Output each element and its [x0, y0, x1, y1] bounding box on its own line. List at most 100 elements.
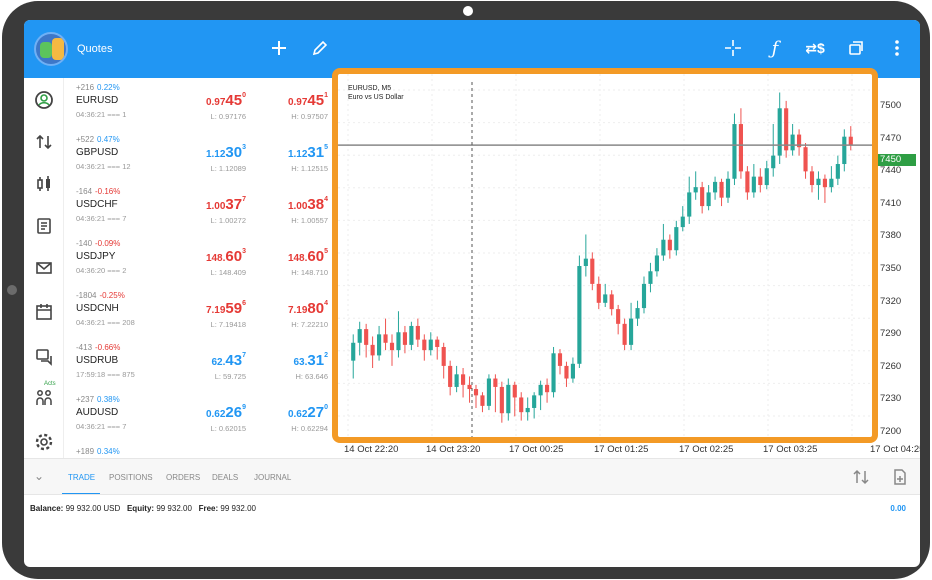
spread-icon: ⩶ [107, 266, 121, 275]
tab-orders[interactable]: ORDERS [166, 473, 200, 482]
candle [480, 392, 485, 413]
candle-body [745, 171, 750, 193]
tab-trade[interactable]: TRADE [68, 473, 95, 482]
candle [816, 171, 821, 200]
chevron-down-icon[interactable]: ⌄ [34, 469, 44, 483]
tablet-frame: Quotes ƒ ⇄$ Acts +216 0.22% EURUSD 04:36… [2, 1, 930, 579]
ask-fraction: 5 [324, 248, 328, 255]
quote-ask-price[interactable]: 148.605 [288, 248, 328, 266]
candle-body [784, 108, 789, 151]
chart-description-line: Euro vs US Dollar [348, 94, 404, 101]
quote-low: L: 7.19418 [210, 320, 246, 329]
bid-prefix: 1.12 [205, 149, 226, 160]
quote-change-points: -140 [76, 239, 93, 248]
tab-positions[interactable]: POSITIONS [109, 473, 153, 482]
sort-arrows-icon[interactable] [851, 467, 871, 487]
quote-ask-price[interactable]: 63.312 [294, 352, 329, 370]
quote-bid-price[interactable]: 7.19596 [206, 300, 246, 318]
nav-trade-arrows-icon[interactable] [30, 128, 58, 156]
spread-icon: ⩶ [107, 162, 121, 171]
bid-pips: 60 [225, 248, 243, 265]
quote-change: +216 0.22% [76, 83, 120, 92]
ask-prefix: 63. [293, 357, 308, 368]
quote-change-points: -1804 [76, 291, 97, 300]
quote-change-percent: -0.66% [95, 343, 121, 352]
candle [570, 357, 575, 383]
candle [616, 304, 621, 335]
candle-body [557, 353, 563, 366]
terminal-tabs: ⌄ TRADE POSITIONS ORDERS DEALS JOURNAL [24, 458, 920, 495]
quote-ask-price[interactable]: 1.12315 [288, 144, 328, 162]
candle-body [467, 384, 472, 390]
quote-high: H: 63.646 [295, 372, 328, 381]
indicator-f-icon[interactable]: ƒ [763, 36, 787, 60]
candle-body [428, 339, 433, 351]
quote-row[interactable]: +189 0.34% [64, 442, 332, 458]
tab-deals[interactable]: DEALS [212, 473, 238, 482]
nav-chat-icon[interactable] [30, 342, 58, 370]
quote-row[interactable]: -413 -0.66% USDRUB 17:59:18 ⩶ 875 62.437 63.3… [64, 338, 332, 390]
candle-body [622, 323, 627, 345]
quote-change: +522 0.47% [76, 135, 120, 144]
quote-bid-price[interactable]: 0.62269 [206, 404, 246, 422]
pencil-icon[interactable] [308, 36, 332, 60]
nav-news-icon[interactable] [30, 212, 58, 240]
candle-body [389, 342, 395, 351]
quote-ask-price[interactable]: 0.97451 [288, 92, 328, 110]
camera-dot [463, 6, 473, 16]
candle [383, 318, 388, 351]
candle [674, 220, 679, 256]
candle [835, 155, 840, 186]
quote-row[interactable]: -1804 -0.25% USDCNH 04:36:21 ⩶ 208 7.19596 7.… [64, 286, 332, 338]
quote-bid-price[interactable]: 0.97450 [206, 92, 246, 110]
plus-icon[interactable] [267, 36, 291, 60]
ask-fraction: 0 [324, 404, 328, 411]
nav-settings-gear-icon[interactable] [30, 428, 58, 456]
new-order-document-icon[interactable] [890, 467, 910, 487]
free-margin-value: 99 932.00 [220, 504, 256, 513]
chart-symbol-line: EURUSD, M5 [348, 85, 392, 92]
candlestick-chart[interactable] [338, 74, 872, 437]
current-price-label: 7450 [878, 154, 916, 166]
nav-community-icon[interactable] [30, 384, 58, 412]
quote-bid-price[interactable]: 1.12303 [206, 144, 246, 162]
quote-time-value: 04:36:20 [76, 266, 106, 275]
quote-row[interactable]: -164 -0.16% USDCHF 04:36:21 ⩶ 7 1.00377 1.003… [64, 182, 332, 234]
quote-ask-price[interactable]: 0.62270 [288, 404, 328, 422]
candle-body [409, 325, 414, 345]
quote-change-points: +237 [76, 395, 95, 404]
candle [777, 92, 782, 165]
quote-row[interactable]: +522 0.47% GBPUSD 04:36:21 ⩶ 12 1.12303 1.123… [64, 130, 332, 182]
nav-mail-icon[interactable] [30, 254, 58, 282]
quote-time: 04:36:21 ⩶ 1 [76, 110, 126, 120]
candle-body [764, 168, 769, 186]
crosshair-icon[interactable] [721, 36, 745, 60]
quote-ask-price[interactable]: 7.19804 [288, 300, 328, 318]
tab-journal[interactable]: JOURNAL [254, 473, 291, 482]
ask-prefix: 1.00 [287, 201, 308, 212]
app-screen: Quotes ƒ ⇄$ Acts +216 0.22% EURUSD 04:36… [24, 20, 920, 567]
chart-highlight-frame[interactable]: EURUSD, M5 Euro vs US Dollar [332, 68, 878, 443]
quote-bid-price[interactable]: 1.00377 [206, 196, 246, 214]
nav-quotes-icon[interactable] [30, 86, 58, 114]
candle-body [370, 344, 375, 356]
candle-body [732, 124, 737, 179]
quote-low: L: 1.00272 [210, 216, 246, 225]
candle-body [499, 386, 504, 414]
nav-calendar-icon[interactable] [30, 298, 58, 326]
trade-dollar-icon[interactable]: ⇄$ [803, 36, 827, 60]
quote-row[interactable]: -140 -0.09% USDJPY 04:36:20 ⩶ 2 148.603 148.6… [64, 234, 332, 286]
candle-body [803, 147, 808, 172]
candle-body [629, 318, 634, 345]
nav-chart-candles-icon[interactable] [30, 170, 58, 198]
metatrader-logo-icon[interactable] [34, 32, 68, 66]
candle [351, 334, 356, 379]
more-vertical-icon[interactable] [885, 36, 909, 60]
quote-bid-price[interactable]: 148.603 [206, 248, 246, 266]
quote-ask-price[interactable]: 1.00384 [288, 196, 328, 214]
quote-bid-price[interactable]: 62.437 [212, 352, 247, 370]
windows-icon[interactable] [844, 36, 868, 60]
quote-row[interactable]: +216 0.22% EURUSD 04:36:21 ⩶ 1 0.97450 0.9745… [64, 78, 332, 130]
candle [790, 124, 795, 156]
quote-row[interactable]: +237 0.38% AUDUSD 04:36:21 ⩶ 7 0.62269 0.6227… [64, 390, 332, 442]
